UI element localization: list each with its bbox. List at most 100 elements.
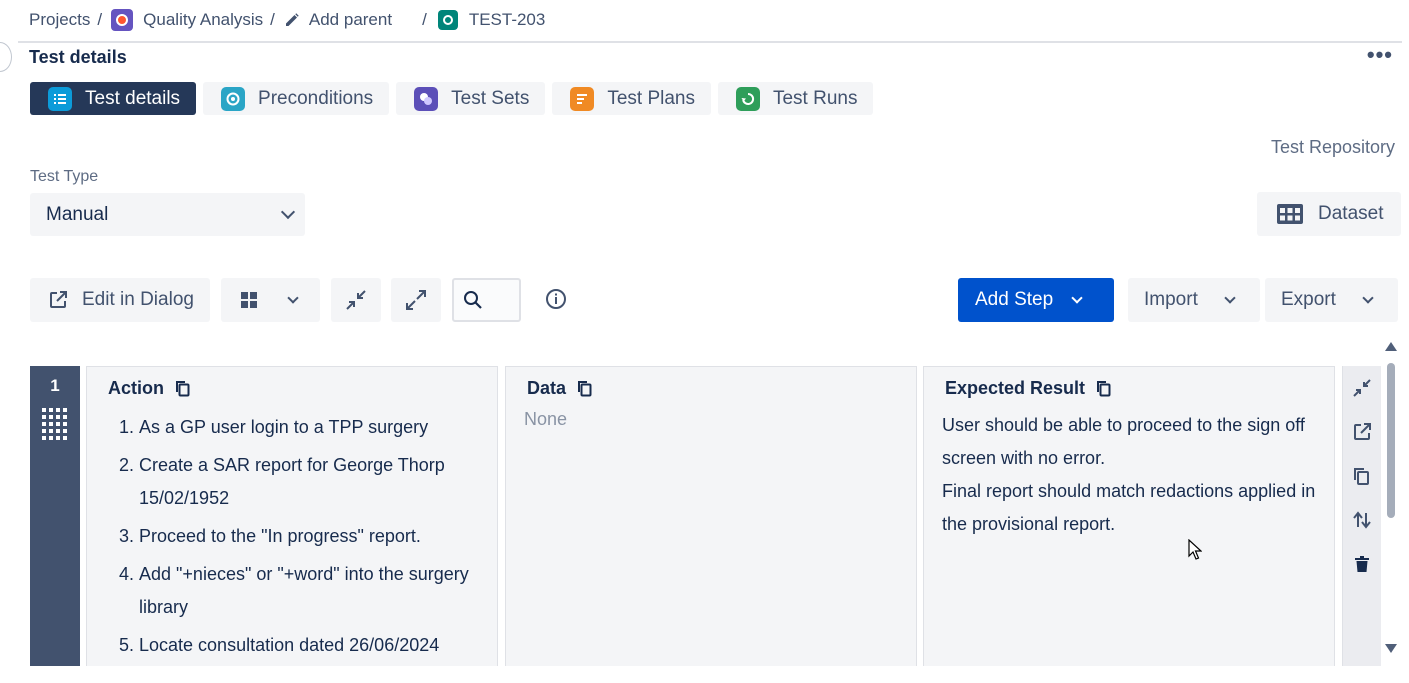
external-link-icon [50,291,67,308]
header-divider [18,41,1402,43]
test-type-select[interactable]: Manual [30,193,305,236]
collapse-step-icon[interactable] [1352,378,1372,398]
action-steps-list: 1. As a GP user login to a TPP surgery 2.… [119,411,479,667]
vertical-scrollbar[interactable] [1385,338,1397,658]
expected-result-text: User should be able to proceed to the si… [942,409,1322,541]
import-label: Import [1144,289,1198,310]
edit-in-dialog-button[interactable]: Edit in Dialog [30,278,210,322]
collapse-icon [346,290,366,310]
pencil-icon [285,13,299,26]
breadcrumb-separator: / [422,10,427,29]
breadcrumb-projects-link[interactable]: Projects [29,10,90,30]
breadcrumb-issue-key: TEST-203 [468,10,546,29]
tab-test-runs[interactable]: Test Runs [717,82,874,115]
clone-step-icon[interactable] [1352,466,1372,486]
step-actions-panel [1342,366,1381,666]
test-sets-icon [414,86,439,111]
move-step-icon[interactable] [1352,510,1372,530]
breadcrumb-issue-link[interactable]: TEST-203 [437,10,546,30]
open-external-icon[interactable] [1352,422,1372,442]
more-actions-button[interactable]: ••• [1367,44,1393,66]
test-type-label: Test Type [30,168,99,185]
scroll-up-arrow-icon[interactable] [1385,342,1397,351]
breadcrumb-separator: / [97,10,103,29]
add-step-label: Add Step [975,289,1054,310]
info-icon[interactable] [545,288,567,315]
action-header-label: Action [108,378,164,398]
data-header-label: Data [527,378,567,398]
list-item: 2. Create a SAR report for George Thorp 1… [119,455,445,508]
copy-icon[interactable] [175,380,191,398]
expected-line: User should be able to proceed to the si… [942,415,1305,468]
data-value: None [524,409,568,429]
copy-icon[interactable] [1096,380,1112,398]
chevron-down-icon [287,292,299,304]
tab-label: Test details [85,87,181,109]
add-parent-label: Add parent [308,10,393,29]
action-cell[interactable]: Action 1. As a GP user login to a TPP sur… [86,366,498,666]
action-header: Action [108,378,191,399]
collapse-handle[interactable] [0,42,12,72]
expected-header-label: Expected Result [945,378,1086,398]
import-dropdown[interactable]: Import [1128,278,1260,322]
trash-icon[interactable] [1352,554,1372,574]
tab-test-plans[interactable]: Test Plans [552,82,711,115]
edit-in-dialog-label: Edit in Dialog [82,289,194,310]
tab-label: Test Runs [772,87,858,109]
expand-icon [406,290,426,310]
tab-label: Test Plans [607,87,695,109]
section-title: Test details [29,47,127,67]
scroll-down-arrow-icon[interactable] [1385,644,1397,653]
drag-handle-icon[interactable] [42,408,68,440]
tab-preconditions[interactable]: Preconditions [203,82,390,115]
copy-icon[interactable] [577,380,593,398]
expected-result-cell[interactable]: Expected Result User should be able to p… [923,366,1335,666]
list-item: 3. Proceed to the "In progress" report. [119,526,421,546]
dataset-label: Dataset [1318,203,1384,224]
expected-header: Expected Result [945,378,1112,399]
chevron-down-icon [1224,292,1236,304]
tab-test-details[interactable]: Test details [30,82,197,115]
collapse-all-button[interactable] [331,278,381,322]
breadcrumb: Projects / Quality Analysis / Add parent… [29,8,545,32]
test-tabs: Test details Preconditions Test Sets Tes… [30,82,874,115]
expand-all-button[interactable] [391,278,441,322]
data-header: Data [527,378,593,399]
table-grid-icon [1277,204,1303,224]
grid-view-icon [241,292,257,308]
test-runs-icon [735,86,760,111]
step-number: 1 [50,376,60,395]
export-dropdown[interactable]: Export [1265,278,1398,322]
breadcrumb-project-label: Quality Analysis [143,10,264,29]
expected-line: Final report should match redactions app… [942,481,1316,534]
test-issue-icon [437,10,458,30]
scroll-thumb[interactable] [1387,363,1395,518]
breadcrumb-project-link[interactable]: Quality Analysis [111,9,263,31]
breadcrumb-separator: / [270,10,275,29]
test-repository-link[interactable]: Test Repository [1271,137,1395,158]
step-number-handle[interactable]: 1 [30,366,80,666]
search-icon [464,291,482,309]
project-avatar-icon [111,9,134,31]
tab-test-sets[interactable]: Test Sets [396,82,546,115]
add-step-button[interactable]: Add Step [958,278,1114,322]
test-type-value: Manual [46,203,109,225]
export-label: Export [1281,289,1336,310]
mouse-cursor-icon [1188,539,1202,560]
tab-label: Test Sets [451,87,530,109]
list-item: 5. Locate consultation dated 26/06/2024 [119,635,440,655]
tab-label: Preconditions [258,87,374,109]
list-icon [48,86,72,111]
data-cell[interactable]: Data None [505,366,917,666]
dataset-button[interactable]: Dataset [1257,192,1401,236]
search-input[interactable] [452,278,521,322]
add-parent-button[interactable]: Add parent [284,10,392,30]
chevron-down-icon [1362,292,1374,304]
test-plans-icon [570,86,595,111]
chevron-down-icon [1071,292,1083,304]
view-layout-dropdown[interactable] [221,278,320,322]
chevron-down-icon [280,204,296,220]
list-item: 4. Add "+nieces" or "+word" into the surg… [119,564,469,617]
precondition-icon [221,86,246,111]
list-item: 1. As a GP user login to a TPP surgery [119,417,429,437]
